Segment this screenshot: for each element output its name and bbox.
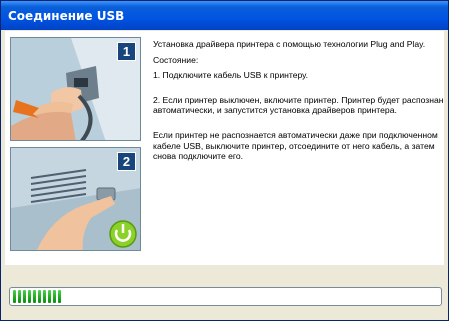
progress-segment: [48, 290, 51, 303]
progress-segment: [33, 290, 36, 303]
progress-segment: [28, 290, 31, 303]
progress-segment: [38, 290, 41, 303]
status-label: Состояние:: [153, 54, 199, 65]
step-number-badge: 2: [117, 152, 136, 171]
dialog-content: 1 2 Установка драйвера принтера с помощь…: [5, 31, 444, 265]
dialog-footer: [1, 265, 448, 320]
window-title: Соединение USB: [8, 8, 125, 23]
progress-segment: [13, 290, 16, 303]
progress-bar: [9, 287, 442, 306]
progress-segment: [23, 290, 26, 303]
instructions-text: Установка драйвера принтера с помощью те…: [153, 39, 445, 167]
step2-illustration: 2: [10, 147, 141, 251]
note-text: Если принтер не распознается автоматичес…: [153, 129, 438, 162]
step-number-badge: 1: [117, 42, 136, 61]
progress-segment: [18, 290, 21, 303]
step2-text: 2. Если принтер выключен, включите принт…: [153, 94, 444, 116]
illustrations: 1 2: [10, 37, 141, 252]
title-bar[interactable]: Соединение USB: [1, 1, 448, 30]
step1-text: 1. Подключите кабель USB к принтеру.: [153, 70, 308, 81]
usb-connection-dialog: Соединение USB 1 2 Установка драйвера пр…: [0, 0, 449, 321]
step1-illustration: 1: [10, 37, 141, 141]
progress-segment: [43, 290, 46, 303]
intro-text: Установка драйвера принтера с помощью те…: [153, 39, 426, 49]
progress-segment: [58, 290, 61, 303]
progress-segment: [53, 290, 56, 303]
